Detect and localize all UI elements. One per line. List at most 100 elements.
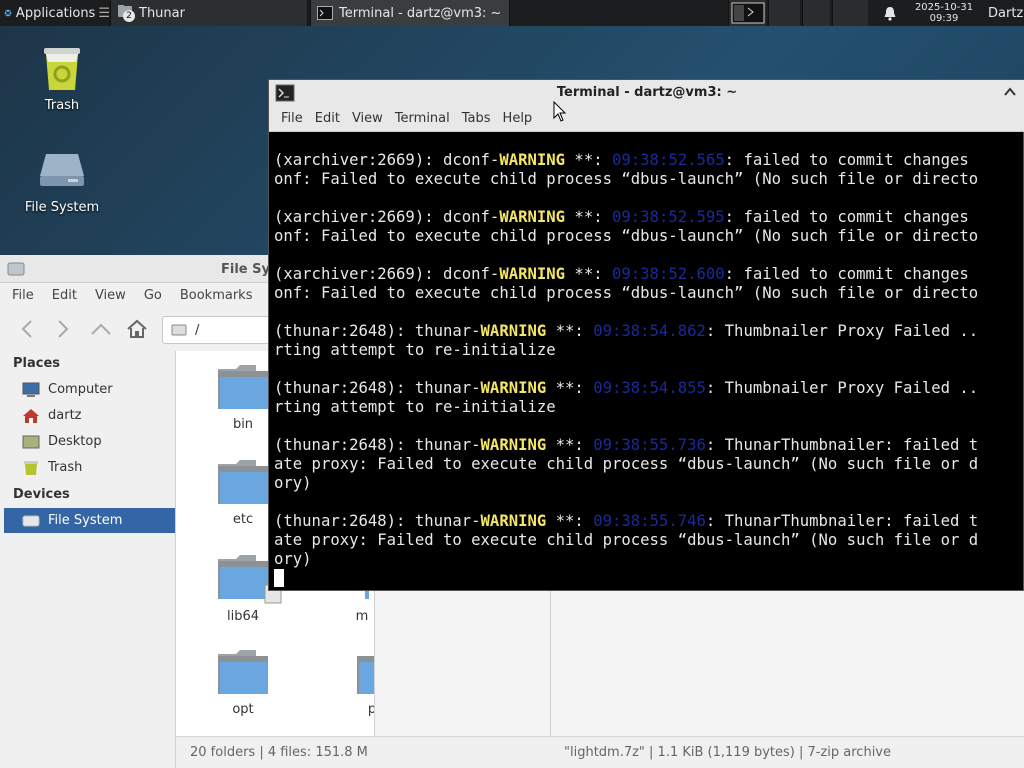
log-message: : Thumbnailer Proxy Failed .. bbox=[705, 322, 979, 340]
prompt-line bbox=[274, 569, 1024, 588]
folder-item[interactable]: p bbox=[344, 646, 374, 717]
terminal-titlebar[interactable]: Terminal - dartz@vm3: ~ bbox=[269, 80, 1024, 106]
log-message: : failed to commit changes bbox=[724, 151, 969, 169]
menu-terminal[interactable]: Terminal bbox=[395, 111, 450, 126]
taskbar-thunar[interactable]: 2 Thunar bbox=[110, 0, 308, 26]
terminal-cursor bbox=[274, 569, 284, 587]
folder-icon bbox=[218, 460, 268, 504]
xfce-logo-icon bbox=[4, 9, 12, 17]
folder-task-icon: 2 bbox=[117, 4, 139, 22]
log-separator: **: bbox=[546, 512, 594, 530]
drive-icon bbox=[171, 324, 187, 336]
workspace-3[interactable] bbox=[802, 0, 830, 26]
sidebar-item-trash[interactable]: Trash bbox=[4, 455, 175, 480]
log-message: : Thumbnailer Proxy Failed .. bbox=[705, 379, 979, 397]
window-title: Terminal - dartz@vm3: ~ bbox=[556, 85, 738, 100]
log-source: (xarchiver:2669): dconf- bbox=[274, 265, 500, 283]
menu-go[interactable]: Go bbox=[138, 288, 168, 303]
notification-bell-icon[interactable] bbox=[880, 0, 900, 26]
clock-date: 2025-10-31 bbox=[914, 2, 974, 13]
statusbar: 20 folders | 4 files: 151.8 M "lightdm.7… bbox=[176, 736, 1024, 768]
log-timestamp: 09:38:55.746 bbox=[593, 512, 706, 530]
task-label: Terminal - dartz@vm3: ~ bbox=[339, 5, 502, 21]
sidebar-item-file-system[interactable]: File System bbox=[4, 508, 175, 533]
trash-icon bbox=[24, 460, 38, 475]
log-message: : ThunarThumbnailer: failed t bbox=[705, 436, 979, 454]
terminal-line: onf: Failed to execute child process “db… bbox=[274, 227, 979, 245]
desktop-icon-label: File System bbox=[24, 200, 100, 215]
log-timestamp: 09:38:52.595 bbox=[612, 208, 725, 226]
sidebar-item-label: Computer bbox=[48, 382, 113, 397]
desktop-icon bbox=[22, 435, 40, 448]
status-left: 20 folders | 4 files: 151.8 M bbox=[190, 745, 368, 760]
menu-view[interactable]: View bbox=[89, 288, 132, 303]
terminal-task-icon bbox=[317, 6, 333, 20]
location-path: / bbox=[195, 322, 200, 338]
menu-tabs[interactable]: Tabs bbox=[462, 111, 491, 126]
terminal-line: ory) bbox=[274, 550, 312, 568]
up-icon[interactable] bbox=[90, 321, 112, 341]
log-timestamp: 09:38:52.565 bbox=[612, 151, 725, 169]
menu-edit[interactable]: Edit bbox=[315, 111, 340, 126]
drive-icon bbox=[22, 515, 40, 526]
terminal-line: (thunar:2648): thunar-WARNING **: 09:38:… bbox=[274, 512, 1024, 531]
desktop-icon-file-system[interactable]: File System bbox=[14, 150, 110, 215]
menu-file[interactable]: File bbox=[6, 288, 40, 303]
terminal-line: rting attempt to re-initialize bbox=[274, 398, 556, 416]
menu-file[interactable]: File bbox=[281, 111, 303, 126]
secondary-pane bbox=[374, 591, 1024, 768]
desktop-icon-trash[interactable]: Trash bbox=[22, 44, 102, 113]
desktop-icon-label: Trash bbox=[44, 98, 80, 113]
terminal-window: Terminal - dartz@vm3: ~ File Edit View T… bbox=[268, 79, 1024, 591]
maximize-icon[interactable] bbox=[1003, 85, 1017, 103]
user-menu[interactable]: Dartz bbox=[986, 0, 1024, 26]
terminal-line: onf: Failed to execute child process “db… bbox=[274, 284, 979, 302]
back-icon[interactable] bbox=[18, 319, 36, 343]
thunar-menubar: File Edit View Go Bookmarks bbox=[0, 283, 258, 307]
folder-item[interactable]: opt bbox=[198, 646, 288, 717]
terminal-line: (thunar:2648): thunar-WARNING **: 09:38:… bbox=[274, 322, 1024, 341]
terminal-output[interactable]: (xarchiver:2669): dconf- WARNING **: 09:3… bbox=[274, 132, 1024, 590]
log-timestamp: 09:38:54.855 bbox=[593, 379, 706, 397]
log-separator: **: bbox=[546, 436, 594, 454]
drive-icon bbox=[7, 262, 25, 276]
terminal-line: ate proxy: Failed to execute child proce… bbox=[274, 455, 979, 473]
status-right: "lightdm.7z" | 1.1 KiB (1,119 bytes) | 7… bbox=[564, 745, 891, 760]
menu-bookmarks[interactable]: Bookmarks bbox=[174, 288, 259, 303]
folder-icon bbox=[218, 365, 268, 409]
sidebar-item-dartz[interactable]: dartz bbox=[4, 403, 175, 428]
terminal-workspace-icon bbox=[731, 2, 765, 24]
clock[interactable]: 2025-10-31 09:39 bbox=[906, 0, 982, 26]
sidebar-item-label: Desktop bbox=[48, 434, 102, 449]
terminal-line: (xarchiver:2669): dconf-WARNING **: 09:3… bbox=[274, 265, 1024, 284]
trash-icon bbox=[44, 48, 80, 90]
menu-view[interactable]: View bbox=[352, 111, 383, 126]
log-separator: **: bbox=[565, 151, 612, 169]
terminal-line: (thunar:2648): thunar-WARNING **: 09:38:… bbox=[274, 379, 1024, 398]
menu-help[interactable]: Help bbox=[503, 111, 533, 126]
taskbar-terminal[interactable]: Terminal - dartz@vm3: ~ bbox=[310, 0, 510, 26]
forward-icon[interactable] bbox=[54, 319, 72, 343]
places-header: Places bbox=[13, 356, 61, 371]
task-label: Thunar bbox=[139, 5, 185, 21]
window-title: File Sy bbox=[221, 262, 270, 277]
home-folder-icon bbox=[23, 408, 39, 423]
workspace-2[interactable] bbox=[768, 0, 800, 26]
sidebar-item-computer[interactable]: Computer bbox=[4, 377, 175, 402]
log-separator: **: bbox=[546, 379, 594, 397]
folder-icon bbox=[218, 650, 268, 694]
terminal-line: ate proxy: Failed to execute child proce… bbox=[274, 531, 979, 549]
home-icon[interactable] bbox=[126, 318, 148, 344]
warning-tag: WARNING bbox=[480, 379, 547, 397]
menu-edit[interactable]: Edit bbox=[46, 288, 83, 303]
workspace-1[interactable] bbox=[728, 0, 766, 26]
workspace-4[interactable] bbox=[832, 0, 868, 26]
terminal-line: (xarchiver:2669): dconf-WARNING **: 09:3… bbox=[274, 151, 1024, 170]
warning-tag: WARNING bbox=[499, 208, 566, 226]
applications-menu[interactable]: Applications ☰ bbox=[0, 0, 110, 26]
warning-tag: WARNING bbox=[480, 512, 547, 530]
sidebar-item-desktop[interactable]: Desktop bbox=[4, 429, 175, 454]
terminal-line: ory) bbox=[274, 474, 312, 492]
